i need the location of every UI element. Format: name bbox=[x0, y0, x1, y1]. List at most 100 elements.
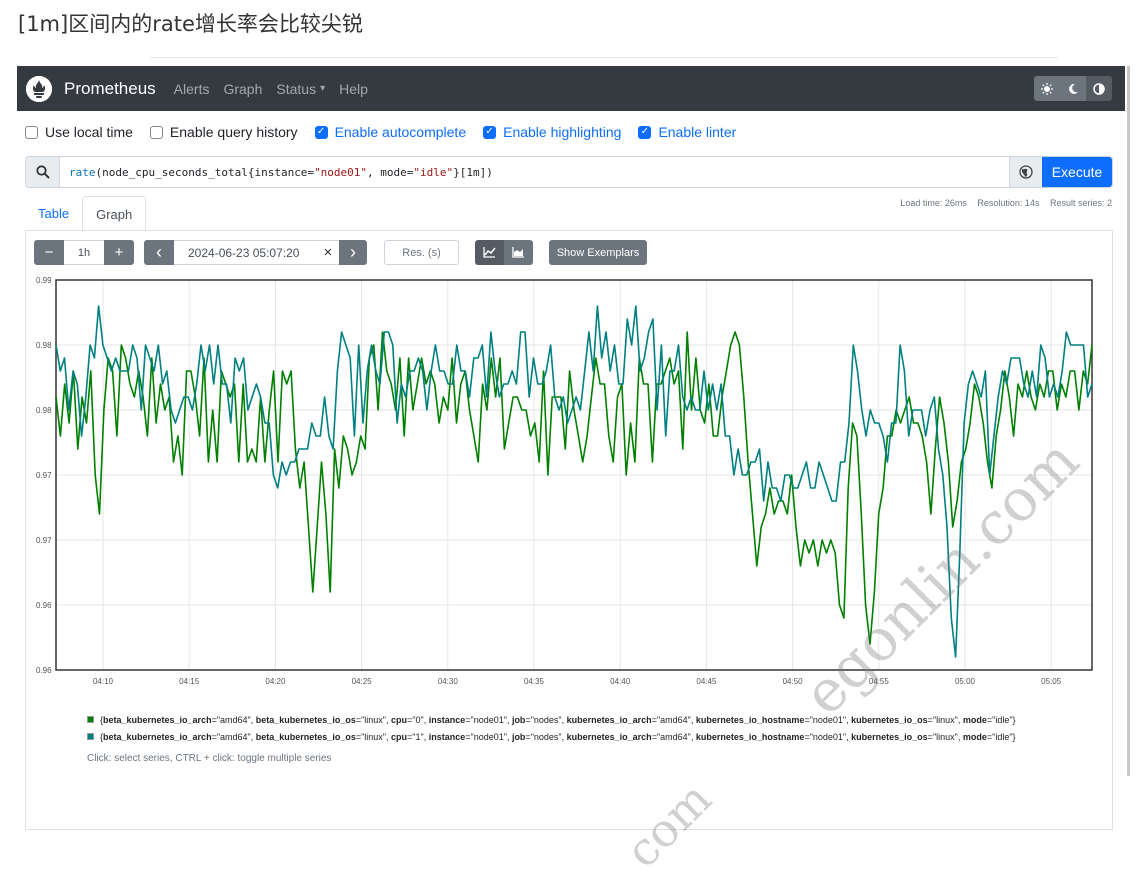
legend-label-value: "node01" bbox=[809, 732, 847, 742]
legend-label-key: kubernetes_io_os bbox=[851, 732, 928, 742]
tab-graph[interactable]: Graph bbox=[82, 196, 147, 231]
x-tick-label: 04:40 bbox=[610, 677, 631, 686]
legend-series[interactable]: {beta_kubernetes_io_arch="amd64", beta_k… bbox=[87, 712, 1047, 729]
time-forward-button[interactable]: › bbox=[339, 240, 367, 265]
legend-label-value: "node01" bbox=[470, 732, 507, 742]
time-back-button[interactable]: ‹ bbox=[144, 240, 174, 265]
nav-help[interactable]: Help bbox=[339, 81, 368, 97]
option-0[interactable]: Use local time bbox=[25, 124, 133, 140]
scrollbar[interactable] bbox=[1127, 66, 1130, 776]
x-tick-label: 04:25 bbox=[352, 677, 373, 686]
legend-brace: } bbox=[1012, 732, 1016, 742]
query-label-value: "node01" bbox=[314, 165, 368, 179]
legend-label-key: cpu bbox=[391, 715, 408, 725]
range-decrease-button[interactable]: − bbox=[34, 240, 64, 265]
execute-button[interactable]: Execute bbox=[1042, 157, 1112, 187]
query-options: Use local time Enable query history ✓ Enabl… bbox=[25, 124, 753, 140]
resolution: Resolution: 14s bbox=[977, 198, 1040, 208]
legend-label-value: "amd64" bbox=[216, 732, 251, 742]
contrast-icon[interactable] bbox=[1086, 76, 1112, 101]
legend-label-key: kubernetes_io_os bbox=[851, 715, 928, 725]
query-label-key: instance bbox=[254, 165, 308, 179]
legend-label-value: "linux" bbox=[932, 715, 958, 725]
y-tick-label: 0.97 bbox=[36, 471, 52, 480]
search-icon bbox=[26, 157, 60, 187]
moon-icon[interactable] bbox=[1060, 76, 1086, 101]
show-exemplars-button[interactable]: Show Exemplars bbox=[549, 240, 647, 265]
legend-series[interactable]: {beta_kubernetes_io_arch="amd64", beta_k… bbox=[87, 729, 1047, 746]
legend-label-value: "node01" bbox=[470, 715, 507, 725]
navbar: Prometheus Alerts Graph Status ▾ Help bbox=[17, 66, 1125, 111]
legend-label-value: "idle" bbox=[992, 732, 1013, 742]
y-tick-label: 0.97 bbox=[36, 536, 52, 545]
nav-status[interactable]: Status bbox=[276, 81, 316, 97]
option-label: Enable highlighting bbox=[503, 124, 622, 140]
option-3[interactable]: ✓ Enable highlighting bbox=[483, 124, 621, 140]
x-tick-label: 04:45 bbox=[696, 677, 717, 686]
end-time-value: 2024-06-23 05:07:20 bbox=[188, 245, 300, 260]
option-2[interactable]: ✓ Enable autocomplete bbox=[314, 124, 466, 140]
x-tick-label: 05:05 bbox=[1041, 677, 1062, 686]
option-4[interactable]: ✓ Enable linter bbox=[638, 124, 736, 140]
x-tick-label: 04:35 bbox=[524, 677, 545, 686]
legend-swatch bbox=[87, 716, 94, 723]
load-time: Load time: 26ms bbox=[900, 198, 967, 208]
result-series: Result series: 2 bbox=[1049, 198, 1112, 208]
legend-label-value: "amd64" bbox=[216, 715, 251, 725]
prometheus-logo-icon[interactable] bbox=[26, 75, 52, 102]
option-label: Enable linter bbox=[658, 124, 737, 140]
legend-label: {beta_kubernetes_io_arch="amd64", beta_k… bbox=[100, 732, 1016, 742]
checkbox[interactable] bbox=[149, 125, 163, 139]
query-range: [1m] bbox=[459, 165, 487, 179]
time-series-chart[interactable]: 0.99 0.98 0.98 0.97 0.97 0.96 0.96 04:10 04:15 04… bbox=[30, 272, 1100, 692]
query-label-key: mode bbox=[380, 165, 407, 179]
x-tick-label: 04:15 bbox=[179, 677, 200, 686]
legend-label-value: "linux" bbox=[932, 732, 958, 742]
clear-time-icon[interactable]: × bbox=[323, 244, 332, 261]
legend-hint: Click: select series, CTRL + click: togg… bbox=[87, 753, 332, 764]
end-time-input[interactable]: 2024-06-23 05:07:20 × bbox=[174, 240, 339, 265]
legend-label-key: kubernetes_io_hostname bbox=[695, 715, 805, 725]
stacked-chart-icon[interactable] bbox=[504, 240, 533, 265]
y-tick-label: 0.98 bbox=[36, 341, 52, 350]
option-1[interactable]: Enable query history bbox=[149, 124, 298, 140]
globe-icon[interactable] bbox=[1009, 157, 1042, 187]
x-tick-label: 05:00 bbox=[955, 677, 976, 686]
legend-label-key: beta_kubernetes_io_os bbox=[255, 732, 356, 742]
legend-label-value: "1" bbox=[412, 732, 424, 742]
tab-table[interactable]: Table bbox=[25, 196, 82, 231]
legend-label-key: kubernetes_io_hostname bbox=[695, 732, 805, 742]
legend-label-key: kubernetes_io_arch bbox=[566, 732, 652, 742]
x-tick-label: 04:30 bbox=[438, 677, 459, 686]
brand-title[interactable]: Prometheus bbox=[64, 79, 156, 99]
y-tick-label: 0.96 bbox=[36, 601, 52, 610]
checkbox[interactable]: ✓ bbox=[314, 125, 328, 139]
line-chart-icon[interactable] bbox=[475, 240, 504, 265]
checkbox[interactable]: ✓ bbox=[638, 125, 652, 139]
x-tick-label: 04:20 bbox=[265, 677, 286, 686]
checkbox[interactable]: ✓ bbox=[483, 125, 497, 139]
nav-alerts[interactable]: Alerts bbox=[174, 81, 210, 97]
page-heading: [1m]区间内的rate增长率会比较尖锐 bbox=[18, 12, 363, 36]
sun-icon[interactable] bbox=[1034, 76, 1060, 101]
legend-label-value: "linux" bbox=[361, 715, 386, 725]
legend-label-value: "0" bbox=[412, 715, 424, 725]
chevron-down-icon[interactable]: ▾ bbox=[320, 83, 325, 94]
range-increase-button[interactable]: + bbox=[104, 240, 134, 265]
divider bbox=[150, 57, 1058, 58]
legend-swatch bbox=[87, 733, 94, 740]
tabs: Table Graph bbox=[25, 196, 147, 231]
option-label: Use local time bbox=[45, 124, 133, 140]
query-input[interactable]: rate(node_cpu_seconds_total{instance = "no… bbox=[60, 157, 1009, 187]
legend-label-key: kubernetes_io_arch bbox=[566, 715, 652, 725]
legend-label: {beta_kubernetes_io_arch="amd64", beta_k… bbox=[100, 715, 1016, 725]
y-tick-label: 0.98 bbox=[36, 406, 52, 415]
nav-graph[interactable]: Graph bbox=[223, 81, 262, 97]
theme-toggle bbox=[1034, 76, 1112, 101]
range-input[interactable]: 1h bbox=[64, 240, 104, 265]
resolution-input[interactable]: Res. (s) bbox=[384, 240, 459, 265]
query-label-value: "idle" bbox=[413, 165, 454, 179]
legend-label-key: beta_kubernetes_io_arch bbox=[103, 732, 212, 742]
y-tick-label: 0.96 bbox=[36, 666, 52, 675]
checkbox[interactable] bbox=[25, 125, 38, 139]
